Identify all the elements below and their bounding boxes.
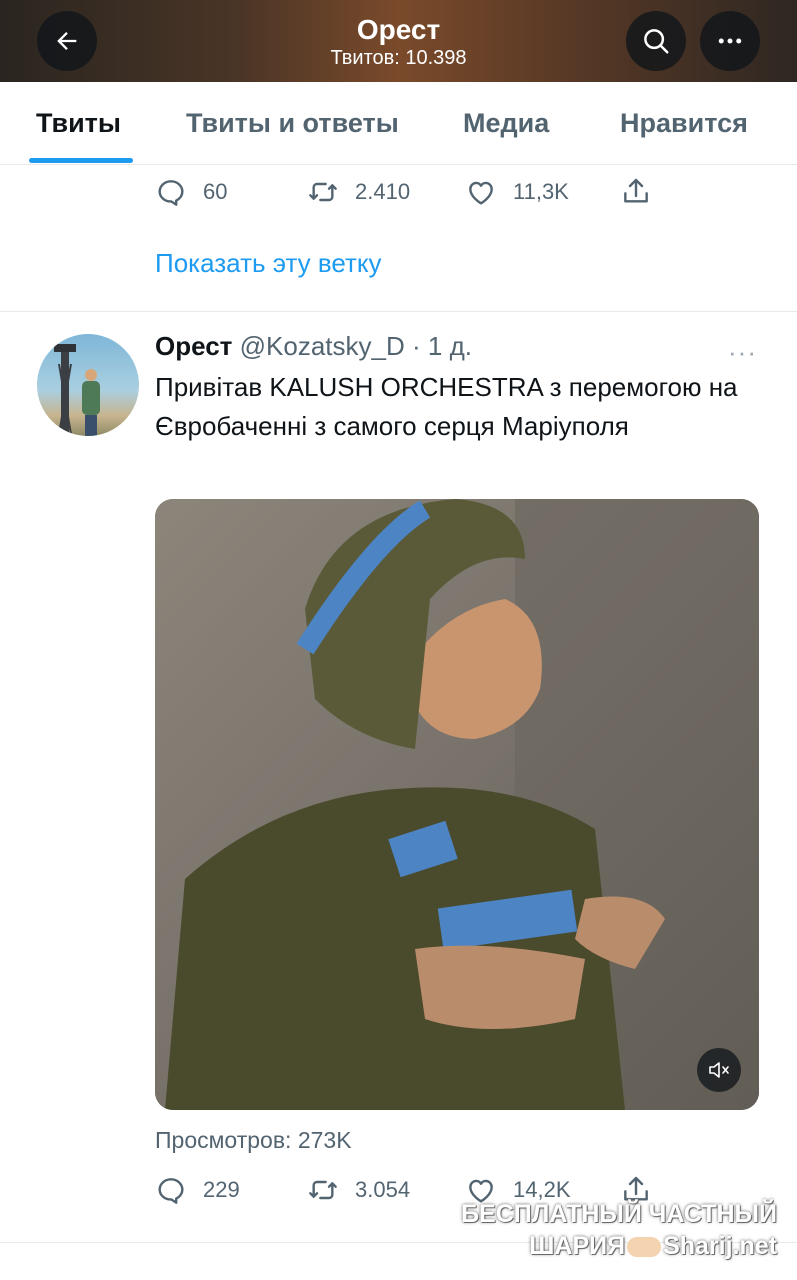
retweet-icon (309, 182, 337, 202)
tweet-time[interactable]: 1 д. (428, 331, 472, 361)
view-count: Просмотров: 273K (155, 1127, 352, 1153)
more-options-button[interactable] (700, 11, 760, 71)
tweet-separator: · (412, 331, 421, 361)
retweet-button[interactable]: 3.054 (307, 1172, 410, 1208)
tab-tweets[interactable]: Твиты (36, 108, 121, 139)
mute-button[interactable] (697, 1048, 741, 1092)
tweet-divider (0, 311, 797, 312)
watermark-line2: ШАРИЯ Sharij.net (461, 1230, 777, 1262)
avatar[interactable] (37, 334, 139, 436)
mute-icon (709, 1062, 729, 1078)
reply-count: 60 (203, 179, 228, 204)
tweet-video[interactable] (155, 499, 759, 1110)
tab-tweets-and-replies[interactable]: Твиты и ответы (186, 108, 399, 139)
show-thread-link[interactable]: Показать эту ветку (155, 248, 382, 279)
retweet-count: 2.410 (355, 179, 411, 204)
reply-icon (158, 1178, 184, 1204)
share-icon (624, 178, 648, 203)
tweet-author-handle[interactable]: @Kozatsky_D (240, 331, 405, 361)
reply-count: 229 (203, 1177, 240, 1202)
share-button[interactable] (620, 174, 652, 210)
like-button[interactable]: 11,3K (465, 174, 569, 210)
tweet-header: Орест @Kozatsky_D · 1 д. (155, 331, 472, 362)
profile-header: Орест Твитов: 10.398 (0, 0, 797, 82)
video-frame (155, 499, 759, 1110)
pointing-hand-icon (627, 1237, 662, 1258)
search-icon (644, 29, 669, 54)
tweet-author-name[interactable]: Орест (155, 331, 232, 361)
watermark-line1: БЕСПЛАТНЫЙ ЧАСТНЫЙ (461, 1200, 777, 1228)
prev-tweet-actions: 60 2.410 11,3K (155, 174, 675, 210)
tab-likes[interactable]: Нравится (620, 108, 748, 139)
tab-media[interactable]: Медиа (463, 108, 549, 139)
profile-tabs: Твиты Твиты и ответы Медиа Нравится (0, 82, 797, 165)
tweet-more-button[interactable]: ··· (728, 337, 757, 368)
avatar-image (54, 344, 100, 436)
like-count: 11,3K (513, 179, 569, 204)
reply-button[interactable]: 60 (155, 174, 227, 210)
reply-icon (158, 180, 184, 206)
watermark-name: ШАРИЯ (529, 1232, 626, 1260)
retweet-button[interactable]: 2.410 (307, 174, 410, 210)
search-button[interactable] (626, 11, 686, 71)
like-icon (469, 181, 493, 205)
tweet-text: Привітав KALUSH ORCHESTRA з перемогою на… (155, 372, 738, 441)
watermark: БЕСПЛАТНЫЙ ЧАСТНЫЙ ШАРИЯ Sharij.net (461, 1198, 777, 1262)
retweet-icon (309, 1180, 337, 1200)
more-icon (718, 38, 742, 44)
active-tab-indicator (29, 158, 133, 163)
reply-button[interactable]: 229 (155, 1172, 240, 1208)
watermark-site: Sharij.net (663, 1232, 777, 1260)
retweet-count: 3.054 (355, 1177, 411, 1202)
